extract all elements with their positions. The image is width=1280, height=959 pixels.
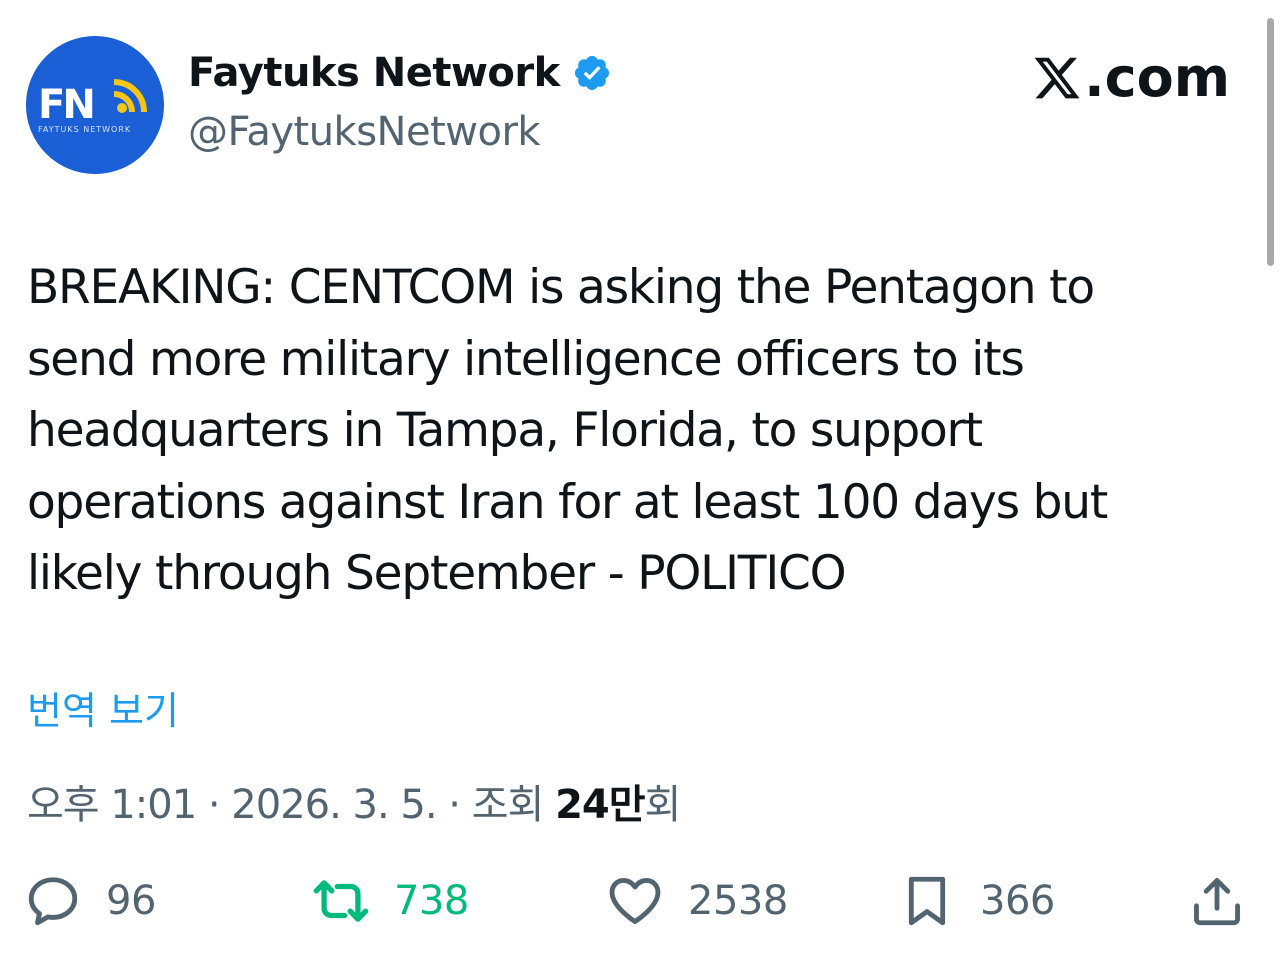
like-button[interactable]: 2538	[606, 866, 788, 936]
site-logo: .com	[1032, 46, 1230, 109]
avatar-logo-text: FN	[38, 82, 93, 128]
tweet-meta: 오후 1:01 · 2026. 3. 5. · 조회 24만회	[27, 772, 682, 830]
share-icon	[1194, 878, 1240, 926]
site-logo-suffix: .com	[1084, 46, 1230, 109]
translate-link[interactable]: 번역 보기	[27, 680, 179, 735]
retweet-count: 738	[394, 878, 469, 924]
heart-icon	[609, 878, 661, 924]
reply-button[interactable]: 96	[24, 866, 156, 936]
avatar[interactable]: FN FAYTUKS NETWORK	[26, 36, 164, 174]
x-logo-icon	[1034, 57, 1080, 98]
faytuks-network-logo-icon: FN FAYTUKS NETWORK	[26, 36, 164, 174]
bookmark-count: 366	[980, 878, 1055, 924]
views-suffix: 회	[644, 782, 682, 828]
tweet-text-line: likely through September - POLITICO	[27, 546, 847, 601]
scrollbar[interactable]	[1267, 18, 1274, 266]
tweet-text-line: operations against Iran for at least 100…	[27, 474, 1108, 530]
bookmark-icon	[908, 876, 946, 926]
reply-count: 96	[106, 878, 156, 924]
meta-separator: ·	[196, 782, 232, 828]
tweet-page: FN FAYTUKS NETWORK Faytuks Network @Fayt…	[0, 0, 1280, 959]
avatar-logo-subtext: FAYTUKS NETWORK	[38, 125, 131, 134]
meta-separator: ·	[436, 782, 472, 828]
like-count: 2538	[688, 878, 788, 924]
tweet-date[interactable]: 2026. 3. 5.	[231, 782, 437, 828]
author-display-name[interactable]: Faytuks Network	[188, 50, 612, 96]
tweet-text-line: BREAKING: CENTCOM is asking the Pentagon…	[27, 260, 1095, 315]
retweet-button[interactable]: 738	[312, 866, 469, 936]
author-handle[interactable]: @FaytuksNetwork	[188, 109, 541, 155]
verified-badge-icon[interactable]	[572, 53, 612, 93]
views-label: 조회	[471, 782, 556, 828]
share-button[interactable]	[1188, 866, 1246, 936]
reply-icon	[28, 877, 78, 926]
bookmark-button[interactable]: 366	[898, 866, 1055, 936]
tweet-text-line: send more military intelligence officers…	[27, 331, 1025, 387]
tweet-text-line: headquarters in Tampa, Florida, to suppo…	[27, 403, 983, 458]
author-name-text[interactable]: Faytuks Network	[188, 50, 560, 96]
tweet-time[interactable]: 오후 1:01	[27, 782, 197, 828]
views-count: 24만	[555, 782, 645, 828]
retweet-icon	[313, 880, 369, 922]
action-bar: 96 738 2538 366	[0, 866, 1280, 936]
tweet-text: BREAKING: CENTCOM is asking the Pentagon…	[27, 252, 1227, 610]
